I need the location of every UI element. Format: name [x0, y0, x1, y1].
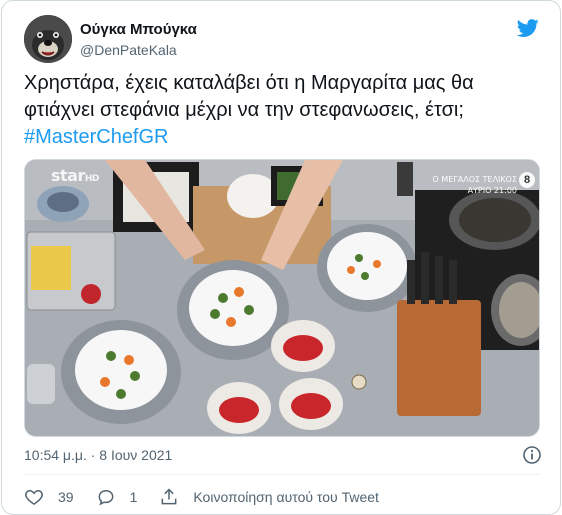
overlay-line-2: ΑΥΡΙΟ 21:00: [467, 186, 517, 195]
tweet-text: Χρηστάρα, έχεις καταλάβει ότι η Μαργαρίτ…: [24, 70, 544, 151]
broadcast-overlay: Ο ΜΕΓΑΛΟΣ ΤΕΛΙΚΟΣ ΑΥΡΙΟ 21:00: [433, 174, 517, 196]
reply-bubble-icon: [98, 489, 113, 506]
overlay-line-1: Ο ΜΕΓΑΛΟΣ ΤΕΛΙΚΟΣ: [432, 175, 517, 184]
divider: [24, 474, 540, 475]
tweet-card: Ούγκα Μπούγκα @DenPateKala Χρηστάρα, έχε…: [1, 0, 561, 515]
tweet-actions: 39 1 Κοινοποίηση αυτού του Tweet: [24, 486, 401, 508]
tweet-media-image[interactable]: starHD Ο ΜΕΓΑΛΟΣ ΤΕΛΙΚΟΣ ΑΥΡΙΟ 21:00 8: [24, 159, 540, 437]
tweet-timestamp[interactable]: 10:54 μ.μ. · 8 Ιουν 2021: [24, 445, 172, 465]
channel-logo: starHD: [51, 166, 99, 185]
tweet-text-line-2: φτιάχνει στεφάνια μέχρι να την στεφανωσε…: [24, 99, 464, 121]
reply-button[interactable]: 1: [96, 487, 138, 507]
twitter-bird-icon[interactable]: [516, 17, 540, 39]
share-upload-icon: [161, 488, 177, 505]
user-handle[interactable]: @DenPateKala: [80, 40, 197, 60]
avatar[interactable]: [24, 15, 72, 63]
heart-icon: [25, 489, 43, 505]
display-name[interactable]: Ούγκα Μπούγκα: [80, 20, 197, 40]
reply-count: 1: [129, 489, 138, 505]
like-count: 39: [58, 489, 74, 505]
dog-avatar-icon: [24, 15, 72, 63]
overlay-badge: 8: [519, 172, 535, 188]
tweet-header: Ούγκα Μπούγκα @DenPateKala: [24, 15, 540, 65]
like-button[interactable]: 39: [24, 487, 74, 507]
share-button[interactable]: Κοινοποίηση αυτού του Tweet: [159, 487, 379, 507]
tweet-text-line-1: Χρηστάρα, έχεις καταλάβει ότι η Μαργαρίτ…: [24, 72, 474, 94]
share-label: Κοινοποίηση αυτού του Tweet: [193, 489, 379, 505]
user-names: Ούγκα Μπούγκα @DenPateKala: [80, 20, 197, 60]
cooking-scene-image: [25, 160, 539, 436]
hashtag-link[interactable]: #MasterChefGR: [24, 124, 544, 151]
channel-logo-suffix: HD: [84, 174, 100, 184]
channel-logo-text: star: [51, 166, 85, 185]
info-icon[interactable]: [522, 445, 542, 465]
